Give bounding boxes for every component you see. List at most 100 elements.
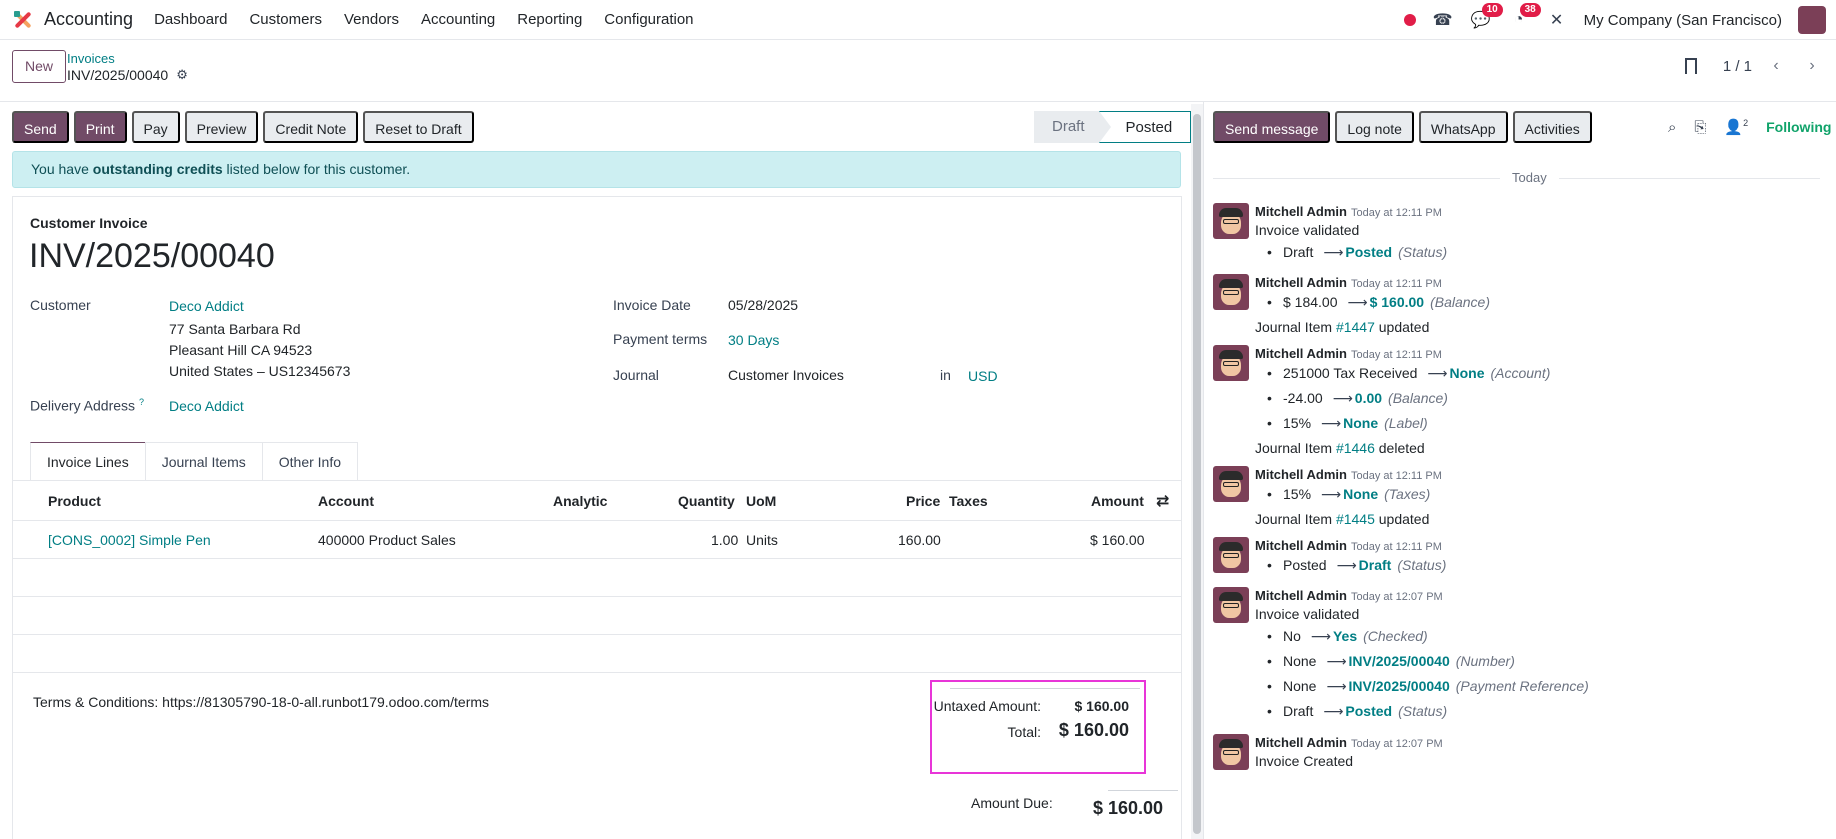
arrow-right-icon: ⟶: [1427, 365, 1448, 381]
status-draft[interactable]: Draft: [1034, 111, 1111, 143]
tab-invoice-lines[interactable]: Invoice Lines: [30, 442, 146, 480]
menu-reporting[interactable]: Reporting: [506, 11, 593, 28]
col-product[interactable]: Product: [48, 493, 101, 509]
tracking-value: -24.00 ⟶0.00 (Balance): [1267, 390, 1448, 407]
clock-activity-icon[interactable]: ◔ 38: [1508, 3, 1541, 31]
reset-to-draft-button[interactable]: Reset to Draft: [363, 111, 474, 143]
chat-icon[interactable]: 💬 10: [1470, 3, 1503, 31]
col-uom[interactable]: UoM: [746, 493, 776, 509]
breadcrumb-invoices[interactable]: Invoices: [67, 51, 115, 66]
accounting-app-icon[interactable]: [12, 9, 34, 31]
table-row-empty[interactable]: [13, 635, 1181, 673]
line-amount[interactable]: $ 160.00: [1090, 532, 1145, 548]
new-button[interactable]: New: [12, 50, 67, 83]
line-quantity[interactable]: 1.00: [711, 532, 738, 548]
top-navbar: Accounting Dashboard Customers Vendors A…: [0, 0, 1836, 40]
activities-button[interactable]: Activities: [1512, 111, 1592, 143]
tab-other-info[interactable]: Other Info: [261, 442, 359, 480]
pager-value[interactable]: 1 / 1: [1723, 58, 1752, 75]
author-avatar[interactable]: [1213, 274, 1249, 310]
message-author[interactable]: Mitchell Admin: [1255, 204, 1347, 219]
menu-vendors[interactable]: Vendors: [333, 11, 410, 28]
table-row-empty[interactable]: [13, 559, 1181, 597]
log-note-button[interactable]: Log note: [1335, 111, 1414, 143]
paperclip-icon[interactable]: ⎘: [1694, 119, 1706, 136]
table-row[interactable]: [CONS_0002] Simple Pen 400000 Product Sa…: [13, 521, 1181, 559]
col-price[interactable]: Price: [906, 493, 940, 509]
tracking-value: Posted ⟶Draft (Status): [1267, 557, 1446, 574]
gear-icon[interactable]: ⚙: [176, 67, 188, 83]
menu-dashboard[interactable]: Dashboard: [143, 11, 238, 28]
preview-button[interactable]: Preview: [184, 111, 259, 143]
author-avatar[interactable]: [1213, 466, 1249, 502]
journal-item-link[interactable]: #1447: [1336, 319, 1375, 335]
whatsapp-button[interactable]: WhatsApp: [1418, 111, 1508, 143]
help-icon[interactable]: ?: [139, 397, 144, 407]
message-author[interactable]: Mitchell Admin: [1255, 467, 1347, 482]
phone-icon[interactable]: ☎: [1432, 9, 1454, 31]
search-icon[interactable]: ⌕: [1668, 119, 1676, 136]
message-author[interactable]: Mitchell Admin: [1255, 275, 1347, 290]
line-price[interactable]: 160.00: [898, 532, 941, 548]
credit-note-button[interactable]: Credit Note: [263, 111, 359, 143]
line-uom[interactable]: Units: [746, 532, 778, 548]
journal-item-link[interactable]: #1445: [1336, 511, 1375, 527]
form-scrollbar[interactable]: [1191, 104, 1203, 839]
chatter-message: Mitchell AdminToday at 12:11 PM Posted ⟶D…: [1213, 537, 1823, 577]
author-avatar[interactable]: [1213, 587, 1249, 623]
message-footer: Journal Item #1445 updated: [1255, 511, 1429, 527]
col-account[interactable]: Account: [318, 493, 374, 509]
send-button[interactable]: Send: [12, 111, 69, 143]
author-avatar[interactable]: [1213, 203, 1249, 239]
message-author[interactable]: Mitchell Admin: [1255, 538, 1347, 553]
scroll-thumb[interactable]: [1193, 114, 1201, 834]
send-message-button[interactable]: Send message: [1213, 111, 1331, 143]
track-new: $ 160.00: [1369, 294, 1425, 310]
tracking-value: 15% ⟶None (Label): [1267, 415, 1428, 432]
column-settings-icon[interactable]: ⇄: [1156, 491, 1169, 511]
user-avatar[interactable]: [1798, 6, 1826, 34]
message-time: Today at 12:11 PM: [1350, 470, 1442, 482]
tab-journal-items[interactable]: Journal Items: [144, 442, 263, 480]
recording-dot-icon[interactable]: [1403, 14, 1416, 26]
following-button[interactable]: Following: [1766, 119, 1831, 135]
line-product[interactable]: [CONS_0002] Simple Pen: [48, 532, 211, 548]
customer-field[interactable]: Deco Addict: [169, 298, 244, 314]
tools-icon[interactable]: ✕: [1546, 9, 1568, 31]
delivery-address-field[interactable]: Deco Addict: [169, 398, 244, 414]
table-row-empty[interactable]: [13, 597, 1181, 635]
col-amount[interactable]: Amount: [1091, 493, 1144, 509]
pay-button[interactable]: Pay: [131, 111, 180, 143]
tracking-value: Draft ⟶Posted (Status): [1267, 244, 1447, 261]
message-header: Mitchell Admin Today at 12:11 PM: [1255, 537, 1442, 553]
message-author[interactable]: Mitchell Admin: [1255, 346, 1347, 361]
author-avatar[interactable]: [1213, 537, 1249, 573]
line-account[interactable]: 400000 Product Sales: [318, 532, 456, 548]
menu-configuration[interactable]: Configuration: [593, 11, 704, 28]
bookmark-icon[interactable]: [1684, 58, 1697, 74]
col-quantity[interactable]: Quantity: [678, 493, 735, 509]
pager-previous-icon[interactable]: ‹: [1764, 52, 1788, 80]
followers-icon[interactable]: 👤2: [1724, 118, 1748, 136]
main-menu: Dashboard Customers Vendors Accounting R…: [143, 11, 704, 28]
payment-terms-field[interactable]: 30 Days: [728, 332, 779, 348]
menu-customers[interactable]: Customers: [238, 11, 333, 28]
company-switcher[interactable]: My Company (San Francisco): [1584, 12, 1782, 29]
status-posted[interactable]: Posted: [1098, 111, 1192, 143]
journal-item-link[interactable]: #1446: [1336, 440, 1375, 456]
message-author[interactable]: Mitchell Admin: [1255, 588, 1347, 603]
print-button[interactable]: Print: [73, 111, 127, 143]
author-avatar[interactable]: [1213, 345, 1249, 381]
menu-accounting[interactable]: Accounting: [410, 11, 506, 28]
pager-next-icon[interactable]: ›: [1800, 52, 1824, 80]
invoice-date-field[interactable]: 05/28/2025: [728, 297, 798, 313]
breadcrumb: INV/2025/00040 ⚙: [67, 67, 188, 83]
col-analytic[interactable]: Analytic: [553, 493, 607, 509]
col-taxes[interactable]: Taxes: [949, 493, 988, 509]
currency-field[interactable]: USD: [968, 368, 998, 384]
chatter-message: Mitchell AdminToday at 12:11 PM 251000 T…: [1213, 345, 1823, 456]
app-name[interactable]: Accounting: [44, 9, 133, 30]
journal-field[interactable]: Customer Invoices: [728, 367, 844, 383]
message-author[interactable]: Mitchell Admin: [1255, 735, 1347, 750]
author-avatar[interactable]: [1213, 734, 1249, 770]
